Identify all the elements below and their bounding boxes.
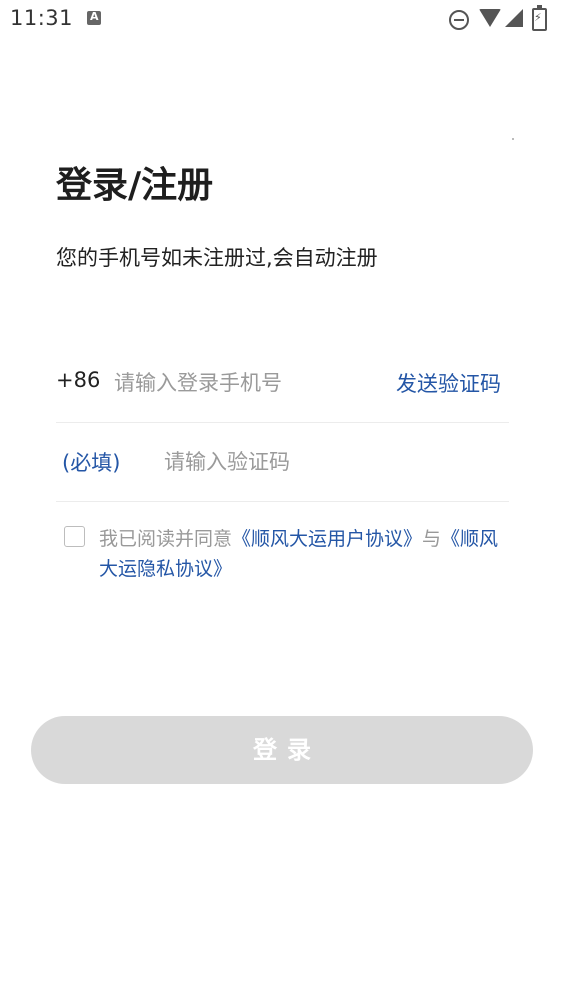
country-code[interactable]: +86 — [56, 368, 100, 392]
page-title: 登录/注册 — [56, 165, 214, 206]
agreement-checkbox[interactable] — [64, 526, 85, 547]
do-not-disturb-icon — [449, 10, 469, 30]
status-time: 11:31 — [10, 6, 74, 30]
send-code-button[interactable]: 发送验证码 — [396, 368, 501, 398]
required-label: (必填) — [62, 451, 121, 475]
phone-input[interactable] — [114, 368, 364, 398]
agreement-connector: 与 — [422, 528, 442, 550]
text-a-icon — [87, 10, 101, 25]
page-subtitle: 您的手机号如未注册过,会自动注册 — [56, 246, 378, 270]
wifi-icon — [479, 9, 501, 27]
decorative-dot — [512, 138, 514, 140]
phone-field-row: +86 发送验证码 — [56, 344, 509, 423]
agreement-text: 我已阅读并同意《顺风大运用户协议》与《顺风大运隐私协议》 — [99, 524, 512, 584]
code-field-row: (必填) — [56, 423, 509, 502]
status-bar: 11:31 — [0, 0, 565, 40]
agreement-prefix: 我已阅读并同意 — [99, 528, 233, 550]
cell-signal-icon — [505, 9, 523, 27]
battery-charging-icon — [532, 5, 547, 31]
user-agreement-link[interactable]: 《顺风大运用户协议》 — [232, 528, 422, 550]
login-button[interactable]: 登录 — [31, 716, 533, 784]
verification-code-input[interactable] — [164, 447, 494, 477]
